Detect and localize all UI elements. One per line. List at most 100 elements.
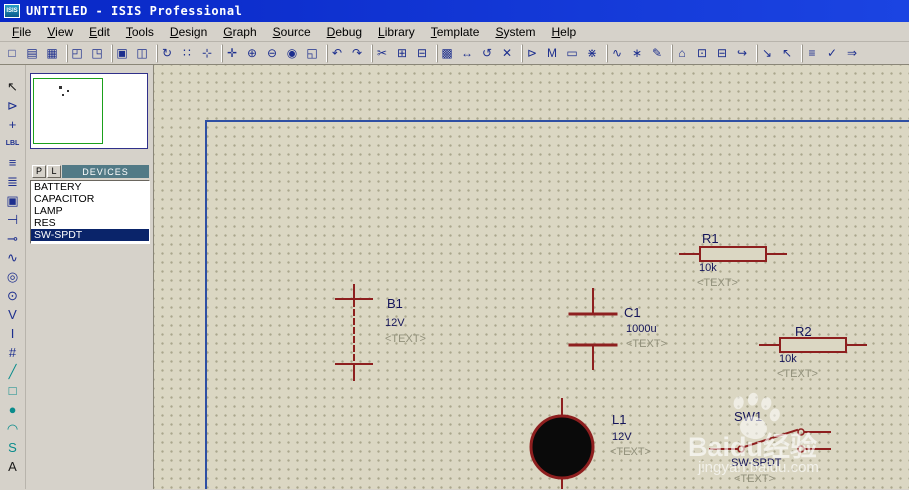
block-delete-button[interactable]: ✕: [497, 44, 517, 63]
redraw-button[interactable]: ↻: [157, 43, 177, 63]
zoom-in-button[interactable]: ⊕: [242, 44, 262, 63]
lamp-component[interactable]: [529, 398, 595, 489]
origin-button[interactable]: ⊹: [197, 44, 217, 63]
menu-system[interactable]: System: [487, 23, 543, 41]
2d-line-tool-button[interactable]: ╱: [2, 362, 24, 381]
switch-component[interactable]: [709, 428, 831, 453]
resistor-r2-component[interactable]: [759, 337, 867, 353]
graph-mode-button[interactable]: ∿: [2, 248, 24, 267]
design-explorer-button[interactable]: ⌂: [672, 43, 692, 63]
menu-template[interactable]: Template: [423, 23, 488, 41]
zoom-all-button[interactable]: ◉: [282, 44, 302, 63]
overview-window[interactable]: [30, 73, 148, 149]
bus-mode-button[interactable]: ≣: [2, 172, 24, 191]
battery-value-label[interactable]: 12V: [385, 317, 405, 329]
new-file-button[interactable]: □: [2, 44, 22, 63]
device-battery[interactable]: BATTERY: [31, 181, 149, 193]
resistor-r1-ref-label[interactable]: R1: [702, 231, 719, 246]
menu-library[interactable]: Library: [370, 23, 423, 41]
property-assignment-button[interactable]: ✎: [647, 44, 667, 63]
text-script-mode-button[interactable]: ≡: [2, 153, 24, 172]
block-rotate-button[interactable]: ↺: [477, 44, 497, 63]
generator-mode-button[interactable]: ⊙: [2, 286, 24, 305]
zoom-to-child-button[interactable]: ↘: [757, 43, 777, 63]
cut-button[interactable]: ✂: [372, 43, 392, 63]
print-button[interactable]: ▣: [112, 43, 132, 63]
import-section-button[interactable]: ◰: [67, 43, 87, 63]
return-to-parent-button[interactable]: ↖: [777, 44, 797, 63]
wire-label-mode-button[interactable]: LBL: [2, 134, 24, 153]
copy-button[interactable]: ⊞: [392, 44, 412, 63]
menu-debug[interactable]: Debug: [319, 23, 370, 41]
device-res[interactable]: RES: [31, 217, 149, 229]
resistor-r1-component[interactable]: [679, 246, 787, 262]
zoom-area-button[interactable]: ◱: [302, 44, 322, 63]
terminal-mode-button[interactable]: ⊣: [2, 210, 24, 229]
library-button[interactable]: L: [47, 165, 61, 178]
tape-recorder-mode-button[interactable]: ◎: [2, 267, 24, 286]
capacitor-component[interactable]: [568, 288, 618, 370]
switch-value-label[interactable]: SW-SPDT: [731, 457, 782, 469]
capacitor-value-label[interactable]: 1000u: [626, 323, 657, 335]
lamp-text-placeholder[interactable]: <TEXT>: [610, 446, 651, 458]
schematic-canvas[interactable]: B1 12V <TEXT> C1 1000u <TEXT> R1 10k <TE…: [154, 65, 909, 489]
resistor-r2-value-label[interactable]: 10k: [779, 353, 797, 365]
wire-autorouter-button[interactable]: ∿: [607, 43, 627, 63]
menu-tools[interactable]: Tools: [118, 23, 162, 41]
2d-circle-tool-button[interactable]: ●: [2, 400, 24, 419]
menu-graph[interactable]: Graph: [215, 23, 264, 41]
packaging-tool-button[interactable]: ▭: [562, 44, 582, 63]
device-sw-spdt[interactable]: SW-SPDT: [31, 229, 149, 241]
lamp-value-label[interactable]: 12V: [612, 431, 632, 443]
pan-button[interactable]: ✛: [222, 43, 242, 63]
app-icon[interactable]: ISIS: [4, 4, 20, 18]
battery-text-placeholder[interactable]: <TEXT>: [385, 333, 426, 345]
switch-text-placeholder[interactable]: <TEXT>: [734, 473, 775, 485]
device-lamp[interactable]: LAMP: [31, 205, 149, 217]
menu-edit[interactable]: Edit: [81, 23, 118, 41]
menu-design[interactable]: Design: [162, 23, 215, 41]
resistor-r1-value-label[interactable]: 10k: [699, 262, 717, 274]
2d-arc-tool-button[interactable]: ◠: [2, 419, 24, 438]
new-sheet-button[interactable]: ⊡: [692, 44, 712, 63]
search-tag-button[interactable]: ∗: [627, 44, 647, 63]
menu-view[interactable]: View: [39, 23, 81, 41]
goto-sheet-button[interactable]: ↪: [732, 44, 752, 63]
2d-path-tool-button[interactable]: S: [2, 438, 24, 457]
open-file-button[interactable]: ▤: [22, 44, 42, 63]
selection-mode-button[interactable]: ↖: [2, 77, 24, 96]
menu-help[interactable]: Help: [543, 23, 584, 41]
2d-text-tool-button[interactable]: A: [2, 457, 24, 476]
remove-sheet-button[interactable]: ⊟: [712, 44, 732, 63]
resistor-r2-text-placeholder[interactable]: <TEXT>: [777, 368, 818, 380]
zoom-out-button[interactable]: ⊖: [262, 44, 282, 63]
current-probe-mode-button[interactable]: I: [2, 324, 24, 343]
bill-of-materials-button[interactable]: ≡: [802, 43, 822, 63]
paste-button[interactable]: ⊟: [412, 44, 432, 63]
battery-ref-label[interactable]: B1: [387, 296, 403, 311]
menu-source[interactable]: Source: [265, 23, 319, 41]
battery-component[interactable]: [335, 284, 373, 381]
redo-button[interactable]: ↷: [347, 44, 367, 63]
junction-dot-mode-button[interactable]: +: [2, 115, 24, 134]
pick-device-toolbar-button[interactable]: ⊳: [522, 43, 542, 63]
toggle-grid-button[interactable]: ∷: [177, 44, 197, 63]
voltage-probe-mode-button[interactable]: V: [2, 305, 24, 324]
electrical-rule-check-button[interactable]: ✓: [822, 44, 842, 63]
capacitor-text-placeholder[interactable]: <TEXT>: [626, 338, 667, 350]
device-pin-mode-button[interactable]: ⊸: [2, 229, 24, 248]
resistor-r2-ref-label[interactable]: R2: [795, 324, 812, 339]
netlist-transfer-button[interactable]: ⇒: [842, 44, 862, 63]
decompose-button[interactable]: ⋇: [582, 44, 602, 63]
make-device-button[interactable]: M: [542, 44, 562, 63]
virtual-instruments-mode-button[interactable]: #: [2, 343, 24, 362]
lamp-ref-label[interactable]: L1: [612, 412, 626, 427]
menu-file[interactable]: File: [4, 23, 39, 41]
block-copy-button[interactable]: ▩: [437, 43, 457, 63]
pick-device-button[interactable]: P: [32, 165, 46, 178]
resistor-r1-text-placeholder[interactable]: <TEXT>: [697, 277, 738, 289]
device-capacitor[interactable]: CAPACITOR: [31, 193, 149, 205]
save-file-button[interactable]: ▦: [42, 44, 62, 63]
capacitor-ref-label[interactable]: C1: [624, 305, 641, 320]
export-section-button[interactable]: ◳: [87, 44, 107, 63]
